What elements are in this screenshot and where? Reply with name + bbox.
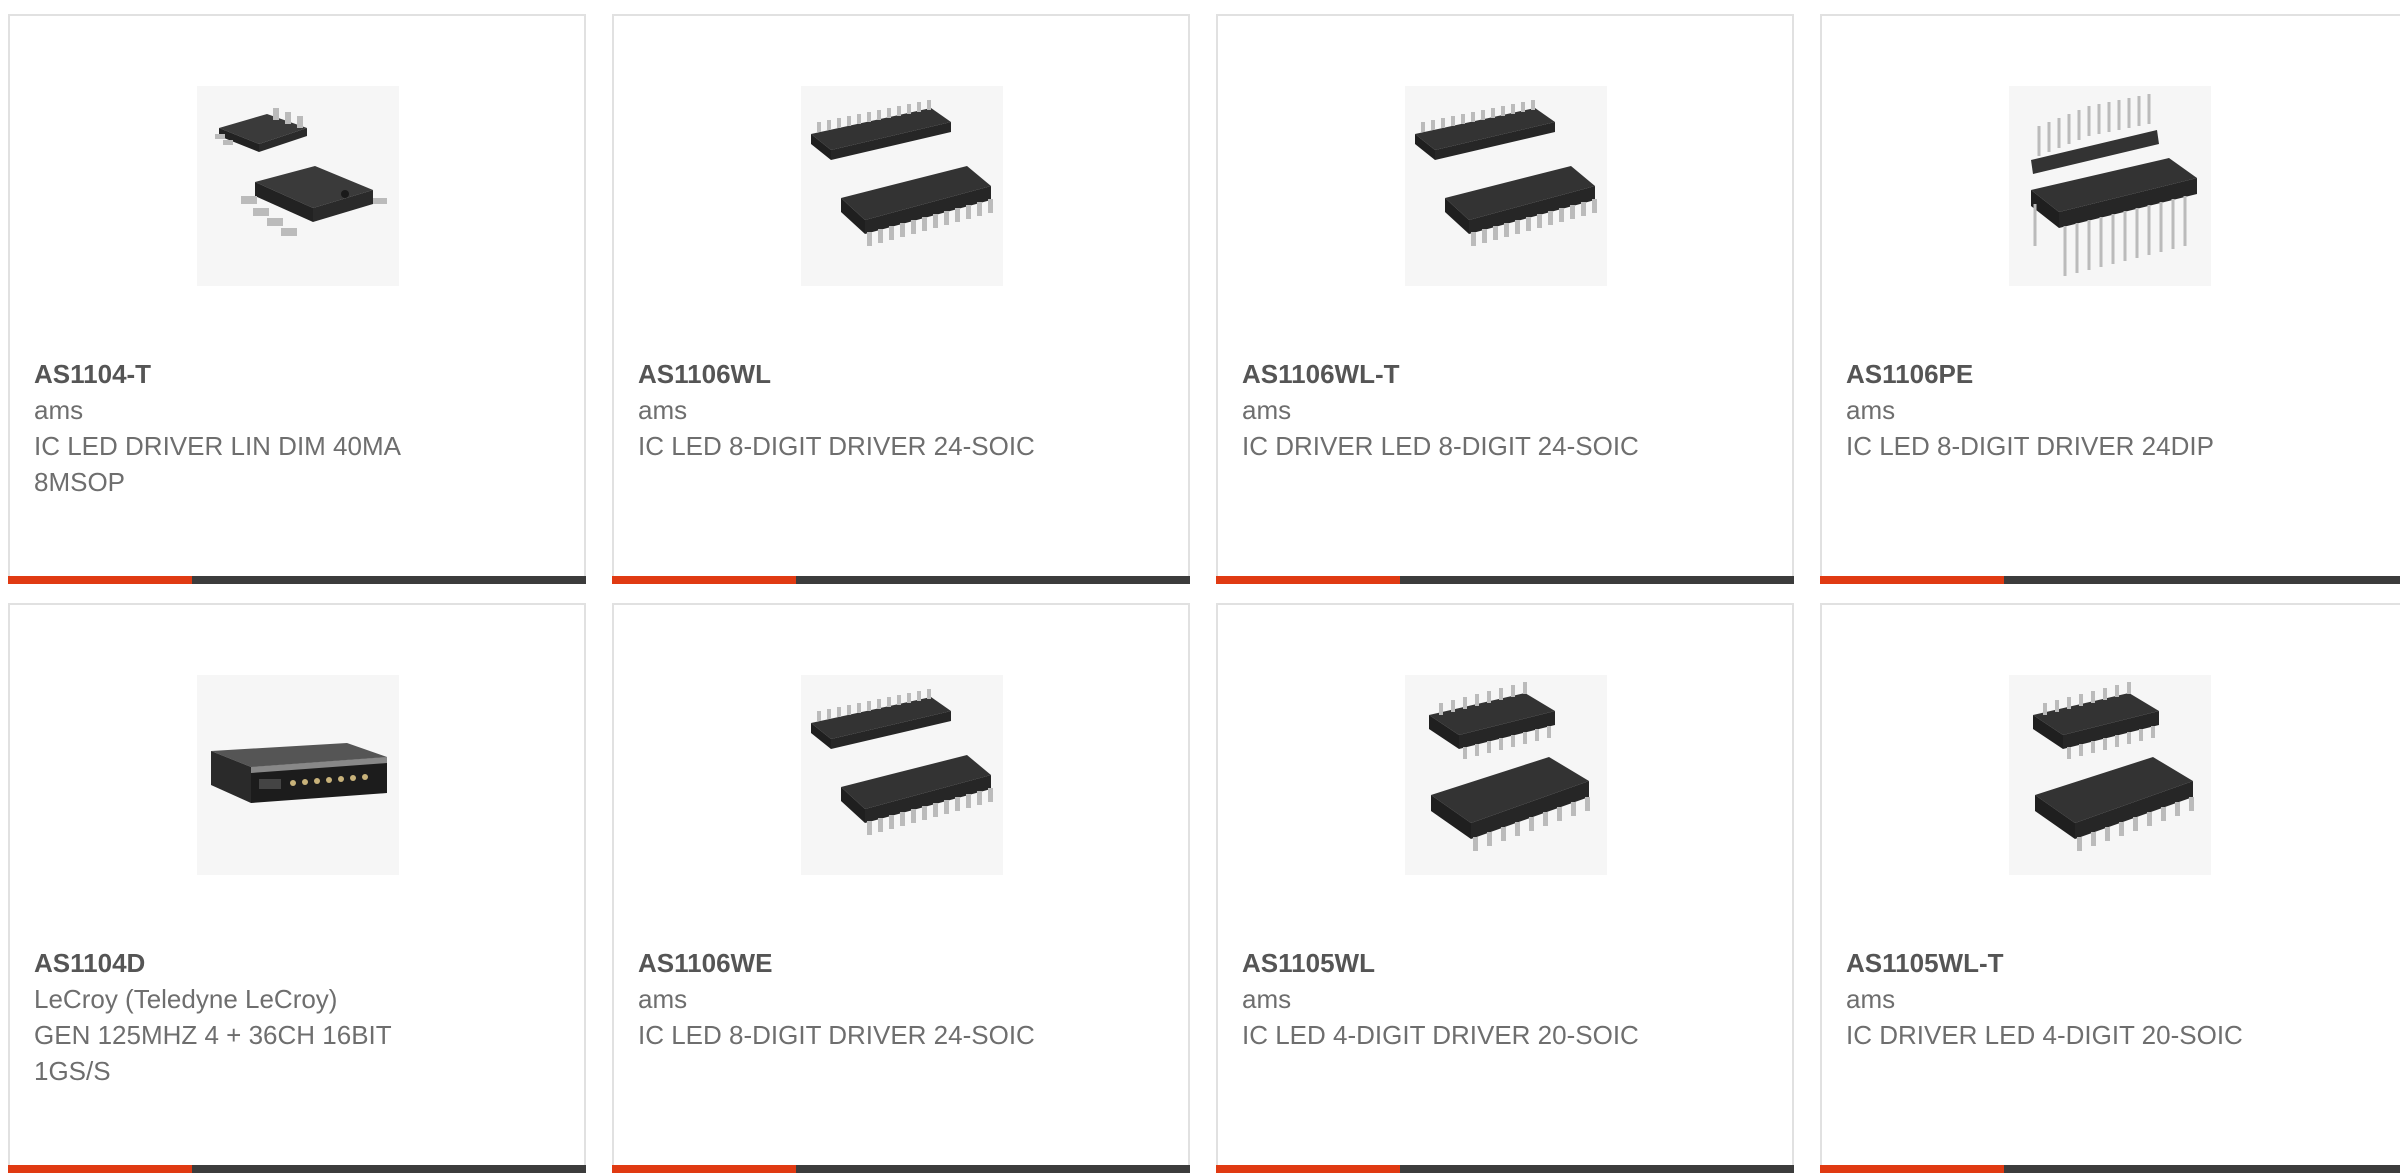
product-info: AS1106WE ams IC LED 8-DIGIT DRIVER 24-SO…: [638, 945, 1078, 1053]
part-number[interactable]: AS1106PE: [1846, 356, 2286, 392]
part-number[interactable]: AS1106WL-T: [1242, 356, 1682, 392]
manufacturer: LeCroy (Teledyne LeCroy): [34, 984, 338, 1014]
product-image[interactable]: [801, 675, 1003, 875]
card-accent-bar: [8, 1165, 192, 1173]
product-info: AS1106WL-T ams IC DRIVER LED 8-DIGIT 24-…: [1242, 356, 1682, 464]
product-card[interactable]: AS1105WL-T ams IC DRIVER LED 4-DIGIT 20-…: [1820, 603, 2400, 1173]
card-accent-bar: [8, 576, 192, 584]
manufacturer: ams: [638, 984, 688, 1014]
product-image[interactable]: [197, 86, 399, 286]
product-image[interactable]: [2009, 86, 2211, 286]
card-bottom-bar: [1216, 576, 1794, 584]
soic-24-package-image: [811, 689, 993, 835]
card-accent-bar: [1216, 576, 1400, 584]
soic-24-package-image: [811, 100, 993, 246]
card-accent-bar: [612, 1165, 796, 1173]
card-bottom-bar: [8, 1165, 586, 1173]
product-image[interactable]: [801, 86, 1003, 286]
card-bottom-bar: [612, 576, 1190, 584]
product-card[interactable]: AS1106WL ams IC LED 8-DIGIT DRIVER 24-SO…: [612, 14, 1190, 584]
product-card[interactable]: AS1104-T ams IC LED DRIVER LIN DIM 40MA …: [8, 14, 586, 584]
soic-24-package-image: [1415, 100, 1597, 246]
part-number[interactable]: AS1106WL: [638, 356, 1078, 392]
product-card[interactable]: AS1106WL-T ams IC DRIVER LED 8-DIGIT 24-…: [1216, 14, 1794, 584]
product-description: IC DRIVER LED 8-DIGIT 24-SOIC: [1242, 431, 1639, 461]
manufacturer: ams: [34, 395, 84, 425]
product-description: IC LED 4-DIGIT DRIVER 20-SOIC: [1242, 1020, 1639, 1050]
part-number[interactable]: AS1105WL: [1242, 945, 1682, 981]
product-info: AS1106PE ams IC LED 8-DIGIT DRIVER 24DIP: [1846, 356, 2286, 464]
card-bottom-bar: [612, 1165, 1190, 1173]
card-bottom-bar: [1820, 1165, 2400, 1173]
product-card[interactable]: AS1106PE ams IC LED 8-DIGIT DRIVER 24DIP: [1820, 14, 2400, 584]
product-info: AS1105WL ams IC LED 4-DIGIT DRIVER 20-SO…: [1242, 945, 1682, 1053]
product-image[interactable]: [2009, 675, 2211, 875]
product-description: IC DRIVER LED 4-DIGIT 20-SOIC: [1846, 1020, 2243, 1050]
product-grid: AS1104-T ams IC LED DRIVER LIN DIM 40MA …: [0, 0, 2400, 1173]
card-accent-bar: [612, 576, 796, 584]
manufacturer: ams: [1242, 984, 1292, 1014]
product-info: AS1106WL ams IC LED 8-DIGIT DRIVER 24-SO…: [638, 356, 1078, 464]
signal-generator-image: [211, 743, 387, 803]
product-card[interactable]: AS1104D LeCroy (Teledyne LeCroy) GEN 125…: [8, 603, 586, 1173]
product-image[interactable]: [197, 675, 399, 875]
product-description: IC LED 8-DIGIT DRIVER 24DIP: [1846, 431, 2214, 461]
part-number[interactable]: AS1104-T: [34, 356, 474, 392]
msop-8-package-image: [215, 108, 387, 236]
product-card[interactable]: AS1106WE ams IC LED 8-DIGIT DRIVER 24-SO…: [612, 603, 1190, 1173]
product-image[interactable]: [1405, 675, 1607, 875]
card-bottom-bar: [1820, 576, 2400, 584]
soic-20-package-image: [1429, 682, 1590, 851]
part-number[interactable]: AS1106WE: [638, 945, 1078, 981]
part-number[interactable]: AS1105WL-T: [1846, 945, 2286, 981]
card-accent-bar: [1820, 1165, 2004, 1173]
manufacturer: ams: [1846, 395, 1896, 425]
card-accent-bar: [1820, 576, 2004, 584]
card-accent-bar: [1216, 1165, 1400, 1173]
product-info: AS1105WL-T ams IC DRIVER LED 4-DIGIT 20-…: [1846, 945, 2286, 1053]
product-card[interactable]: AS1105WL ams IC LED 4-DIGIT DRIVER 20-SO…: [1216, 603, 1794, 1173]
product-description: IC LED DRIVER LIN DIM 40MA 8MSOP: [34, 431, 400, 497]
card-bottom-bar: [1216, 1165, 1794, 1173]
product-info: AS1104D LeCroy (Teledyne LeCroy) GEN 125…: [34, 945, 474, 1089]
product-description: GEN 125MHZ 4 + 36CH 16BIT 1GS/S: [34, 1020, 392, 1086]
product-description: IC LED 8-DIGIT DRIVER 24-SOIC: [638, 431, 1035, 461]
product-image[interactable]: [1405, 86, 1607, 286]
manufacturer: ams: [1242, 395, 1292, 425]
card-bottom-bar: [8, 576, 586, 584]
product-description: IC LED 8-DIGIT DRIVER 24-SOIC: [638, 1020, 1035, 1050]
manufacturer: ams: [1846, 984, 1896, 1014]
part-number[interactable]: AS1104D: [34, 945, 474, 981]
soic-20-package-image: [2033, 682, 2194, 851]
manufacturer: ams: [638, 395, 688, 425]
product-info: AS1104-T ams IC LED DRIVER LIN DIM 40MA …: [34, 356, 474, 500]
dip-24-package-image: [2031, 94, 2197, 276]
